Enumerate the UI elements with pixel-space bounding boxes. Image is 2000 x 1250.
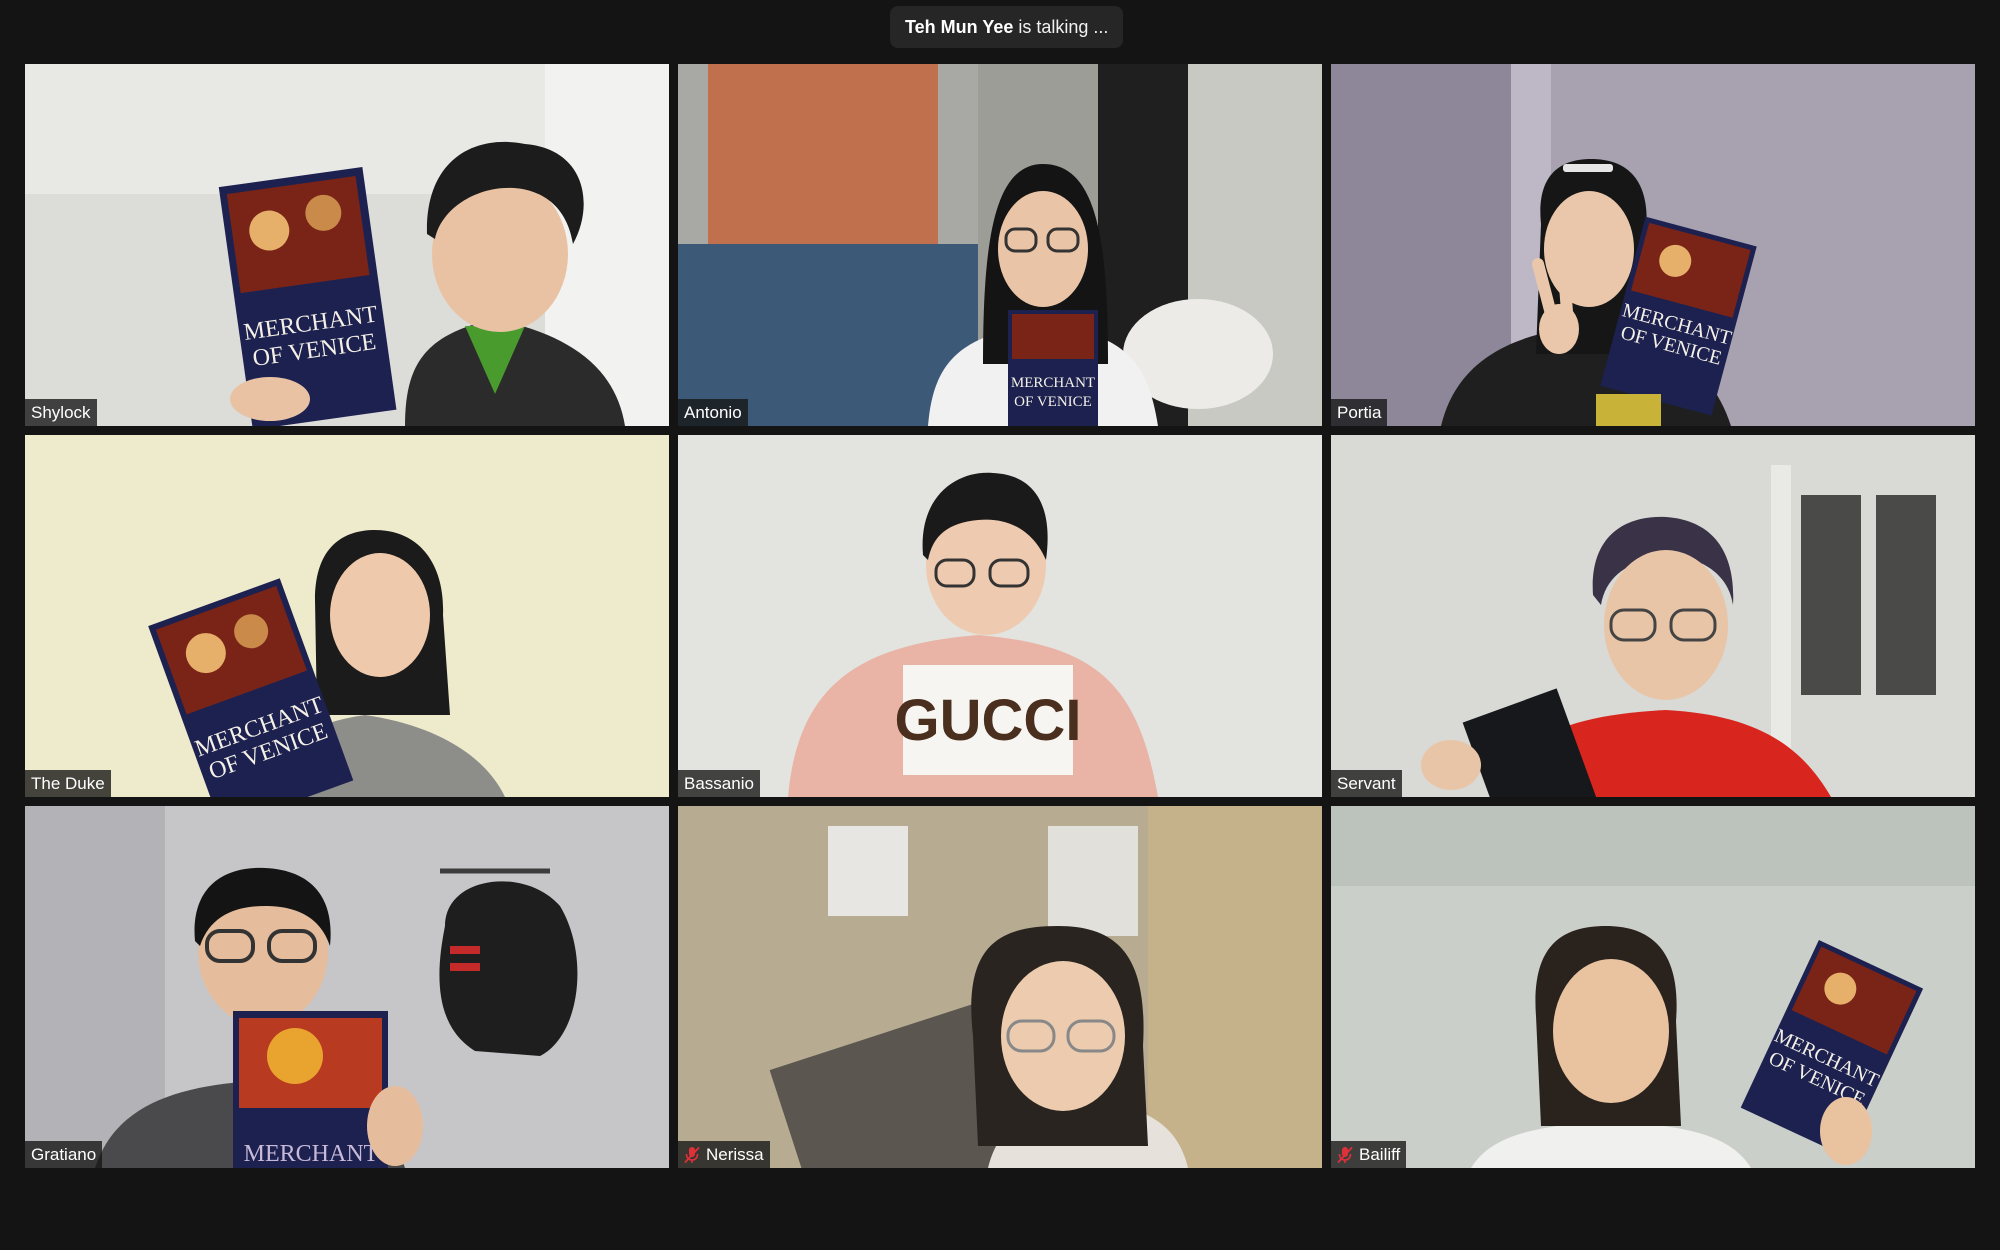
video-tile-the-duke[interactable]: MERCHANT OF VENICE The Duke [25,435,669,797]
book-title-line1: MERCHANT [1011,375,1095,391]
participant-name-tag: Antonio [678,399,748,426]
participant-name: Servant [1337,773,1396,793]
participant-name-tag: Bassanio [678,770,760,797]
participant-name-tag: Portia [1331,399,1388,426]
participant-name: Portia [1337,402,1382,422]
book-title-line2: OF VENICE [1014,394,1092,410]
participant-name-tag: Gratiano [25,1141,103,1168]
active-speaker-banner: Teh Mun Yee is talking ... [890,6,1124,48]
video-feed: GUCCI [678,435,1322,797]
video-tile-antonio[interactable]: MERCHANT OF VENICE Antonio [678,64,1322,426]
active-speaker-name: Teh Mun Yee [905,16,1014,37]
video-tile-bassanio[interactable]: GUCCI Bassanio [678,435,1322,797]
participant-name: Bailiff [1359,1144,1401,1164]
video-feed: MERCHANT OF VENICE [1331,806,1975,1168]
participant-name: Shylock [31,402,91,422]
microphone-muted-icon [684,1146,700,1163]
participant-name: Bassanio [684,773,754,793]
participant-name-tag: The Duke [25,770,111,797]
microphone-muted-icon [1337,1146,1353,1163]
participant-name-tag: Bailiff [1331,1141,1407,1168]
participant-name: Gratiano [31,1144,97,1164]
video-feed: MERCHANT OF VENICE [1331,64,1975,426]
participant-name-tag: Shylock [25,399,97,426]
active-speaker-suffix: is talking ... [1018,16,1109,37]
video-tile-servant[interactable]: Servant [1331,435,1975,797]
video-feed: MERCHANT [25,806,669,1168]
video-tile-bailiff[interactable]: MERCHANT OF VENICE Bailiff [1331,806,1975,1168]
video-feed: MERCHANT OF VENICE [678,64,1322,426]
video-meeting-window: Teh Mun Yee is talking ... MERCHANT OF V… [0,0,2000,1250]
gallery-grid: MERCHANT OF VENICE Shylock MERCHANT OF V… [25,64,1975,1168]
video-tile-nerissa[interactable]: Nerissa [678,806,1322,1168]
participant-name: Antonio [684,402,742,422]
video-feed [1331,435,1975,797]
video-tile-shylock[interactable]: MERCHANT OF VENICE Shylock [25,64,669,426]
video-tile-gratiano[interactable]: MERCHANT Gratiano [25,806,669,1168]
video-tile-portia[interactable]: MERCHANT OF VENICE Portia [1331,64,1975,426]
participant-name-tag: Nerissa [678,1141,770,1168]
participant-name-tag: Servant [1331,770,1402,797]
video-feed: MERCHANT OF VENICE [25,64,669,426]
participant-name: The Duke [31,773,105,793]
book-title-line1: MERCHANT [244,1141,379,1167]
participant-name: Nerissa [706,1144,764,1164]
video-feed [678,806,1322,1168]
shirt-text: GUCCI [895,688,1082,753]
video-feed: MERCHANT OF VENICE [25,435,669,797]
